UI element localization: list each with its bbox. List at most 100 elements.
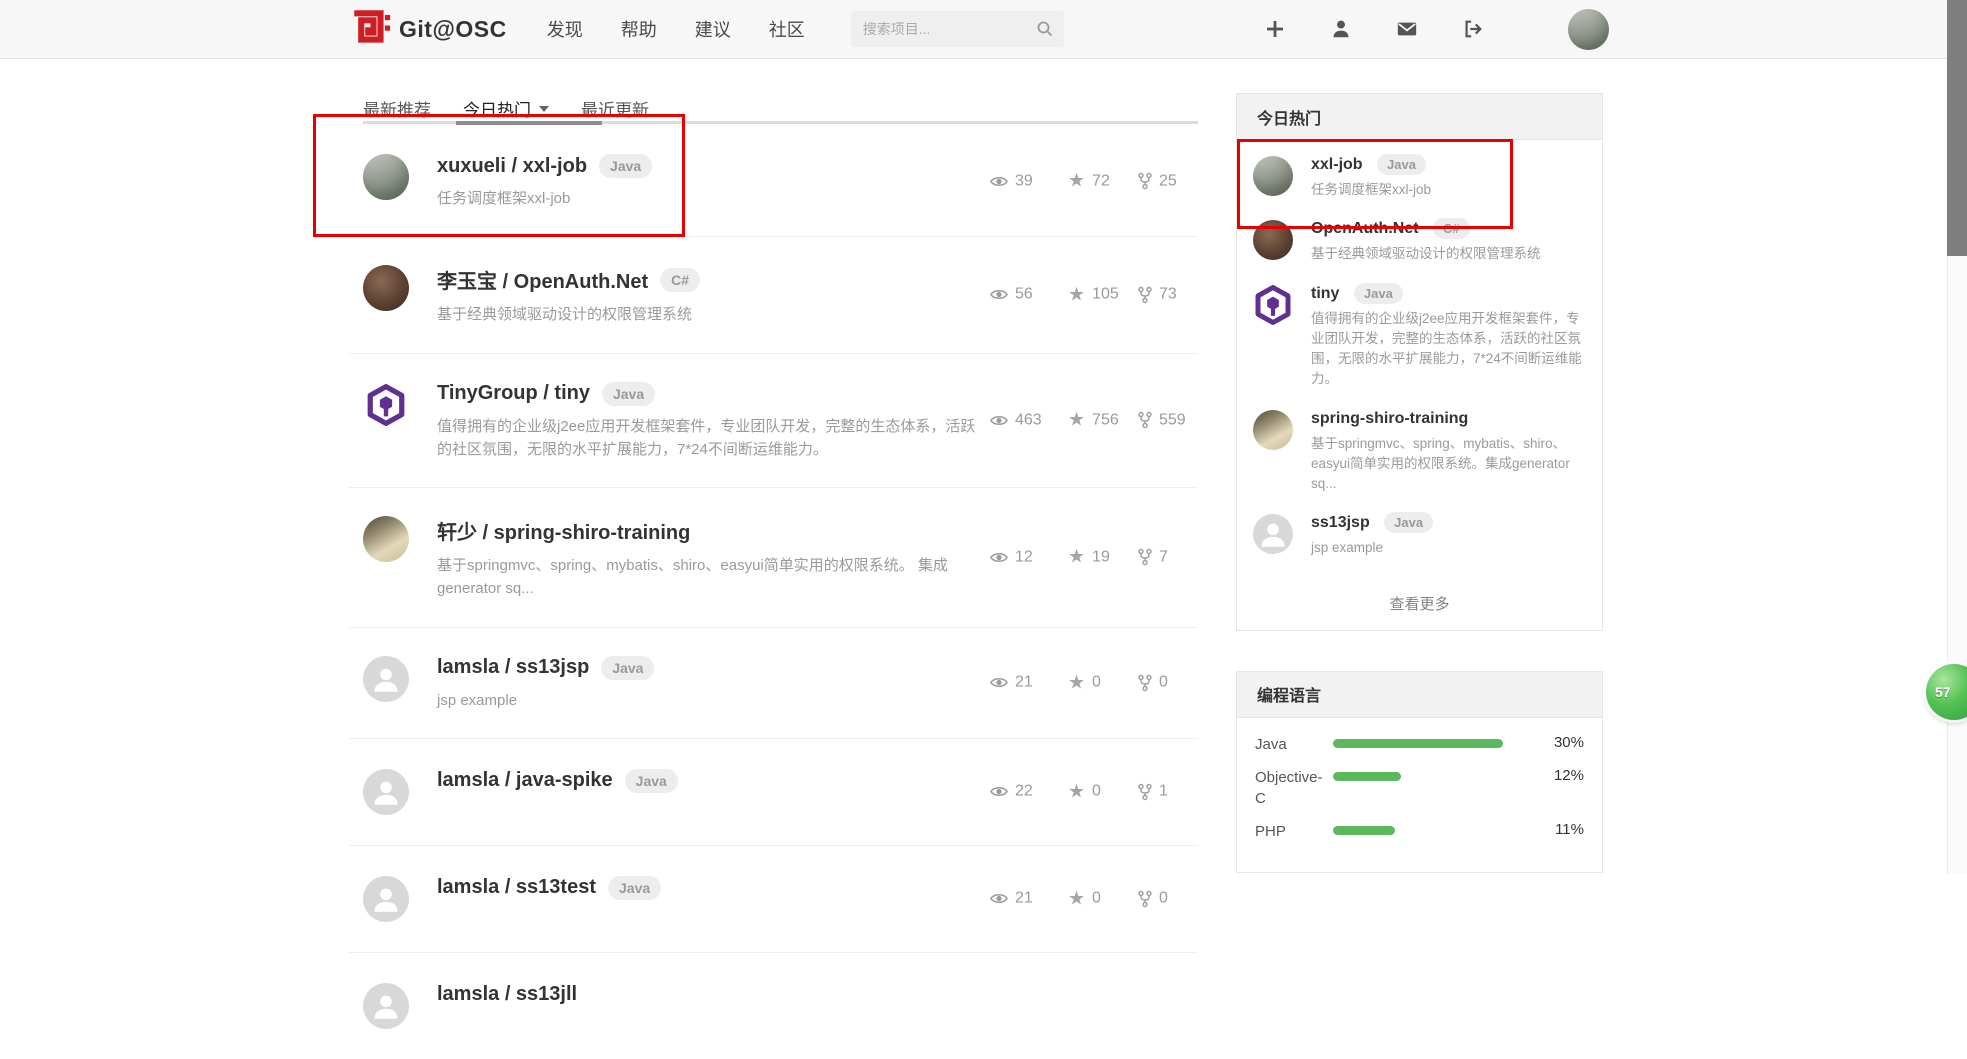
project-name[interactable]: lamsla / ss13jll: [437, 983, 577, 1006]
user-icon[interactable]: [1330, 18, 1352, 40]
hot-project-item[interactable]: OpenAuth.Net C# 基于经典领域驱动设计的权限管理系统: [1253, 220, 1584, 264]
view-more-link[interactable]: 查看更多: [1237, 585, 1602, 630]
default-avatar-icon: [371, 777, 401, 807]
language-percent: 30%: [1538, 734, 1584, 751]
project-row[interactable]: 李玉宝 / OpenAuth.Net C# 基于经典领域驱动设计的权限管理系统 …: [349, 237, 1198, 353]
star-count: 19: [1092, 548, 1110, 566]
tab-bar: 最新推荐 今日热门 最近更新: [349, 59, 1198, 126]
tab-1[interactable]: 今日热门: [463, 96, 549, 121]
watch-count: 56: [1015, 286, 1033, 304]
hot-today-title: 今日热门: [1237, 94, 1602, 140]
search-icon[interactable]: [1036, 20, 1054, 38]
nav-link-1[interactable]: 帮助: [621, 16, 657, 42]
sign-out-icon[interactable]: [1462, 18, 1484, 40]
fork-count: 73: [1159, 286, 1177, 304]
language-bar: [1333, 826, 1395, 835]
project-avatar[interactable]: [363, 769, 409, 815]
project-name[interactable]: TinyGroup / tiny: [437, 382, 590, 405]
star-icon: ★: [1068, 889, 1085, 908]
language-name: Objective-C: [1255, 767, 1333, 809]
project-avatar[interactable]: [363, 983, 409, 1029]
project-avatar[interactable]: [363, 876, 409, 922]
brand-title[interactable]: Git@OSC: [399, 16, 507, 43]
project-row[interactable]: lamsla / ss13jll ★: [349, 953, 1198, 1059]
tab-0[interactable]: 最新推荐: [363, 96, 431, 121]
tiny-logo-icon: [365, 384, 407, 426]
language-badge: Java: [602, 382, 655, 406]
hot-project-description: 值得拥有的企业级j2ee应用开发框架套件，专业团队开发，完整的生态体系，活跃的社…: [1311, 309, 1584, 390]
hot-project-name[interactable]: ss13jsp: [1311, 514, 1370, 531]
fork-icon: [1138, 890, 1152, 907]
project-stats: 21 ★ 0 0: [990, 889, 1198, 908]
hot-project-description: 基于springmvc、spring、mybatis、shiro、easyui简…: [1311, 434, 1584, 495]
hot-project-item[interactable]: tiny Java 值得拥有的企业级j2ee应用开发框架套件，专业团队开发，完整…: [1253, 285, 1584, 390]
nav-link-2[interactable]: 建议: [695, 16, 731, 42]
hot-project-item[interactable]: ss13jsp Java jsp example: [1253, 514, 1584, 558]
project-row[interactable]: lamsla / java-spike Java 22 ★ 0 1: [349, 739, 1198, 846]
project-name[interactable]: 轩少 / spring-shiro-training: [437, 516, 690, 545]
project-row[interactable]: lamsla / ss13jsp Java jsp example 21 ★ 0…: [349, 628, 1198, 739]
language-name: Java: [1255, 734, 1333, 755]
project-name[interactable]: lamsla / ss13test: [437, 876, 596, 899]
tab-2[interactable]: 最近更新: [581, 96, 649, 121]
languages-title: 编程语言: [1237, 672, 1602, 718]
fork-icon: [1138, 173, 1152, 190]
project-avatar[interactable]: [363, 265, 409, 311]
hot-project-avatar[interactable]: [1253, 220, 1293, 260]
watch-count: 39: [1015, 172, 1033, 190]
user-avatar[interactable]: [1568, 9, 1609, 50]
project-avatar[interactable]: [363, 382, 409, 428]
floating-widget-badge[interactable]: 57: [1926, 664, 1967, 720]
project-name[interactable]: lamsla / java-spike: [437, 769, 613, 792]
project-avatar[interactable]: [363, 516, 409, 562]
nav-link-3[interactable]: 社区: [769, 16, 805, 42]
default-avatar-icon: [371, 884, 401, 914]
project-row[interactable]: lamsla / ss13test Java 21 ★ 0 0: [349, 846, 1198, 953]
hot-project-name[interactable]: OpenAuth.Net: [1311, 220, 1419, 237]
project-avatar[interactable]: [363, 656, 409, 702]
project-row[interactable]: xuxueli / xxl-job Java 任务调度框架xxl-job 39 …: [349, 126, 1198, 237]
default-avatar-icon: [371, 664, 401, 694]
hot-today-panel: 今日热门 xxl-job Java 任务调度框架xxl-job OpenAuth…: [1236, 93, 1603, 631]
fork-icon: [1138, 412, 1152, 429]
fork-icon: [1138, 549, 1152, 566]
hot-project-avatar[interactable]: [1253, 156, 1293, 196]
hot-project-name[interactable]: xxl-job: [1311, 156, 1363, 173]
star-icon: ★: [1068, 172, 1085, 191]
project-row[interactable]: 轩少 / spring-shiro-training 基于springmvc、s…: [349, 488, 1198, 628]
project-description: jsp example: [437, 689, 654, 712]
fork-count: 1: [1159, 783, 1168, 801]
watch-count: 21: [1015, 674, 1033, 692]
hot-project-avatar[interactable]: [1253, 410, 1293, 450]
search-input[interactable]: [863, 21, 1033, 37]
tiny-logo-icon: [1253, 285, 1293, 325]
chevron-down-icon[interactable]: [539, 106, 549, 112]
page-scrollbar[interactable]: [1947, 0, 1967, 874]
project-name[interactable]: xuxueli / xxl-job: [437, 155, 587, 178]
mail-icon[interactable]: [1396, 18, 1418, 40]
project-stats: 12 ★ 19 7: [990, 548, 1198, 567]
project-row[interactable]: TinyGroup / tiny Java 值得拥有的企业级j2ee应用开发框架…: [349, 354, 1198, 489]
watch-icon: [990, 785, 1008, 799]
plus-icon[interactable]: [1264, 18, 1286, 40]
language-badge: Java: [601, 656, 654, 680]
hot-project-description: jsp example: [1311, 538, 1584, 558]
nav-link-0[interactable]: 发现: [547, 16, 583, 42]
watch-icon: [990, 174, 1008, 188]
project-avatar[interactable]: [363, 154, 409, 200]
gitosc-logo-icon[interactable]: [349, 8, 391, 50]
hot-project-name[interactable]: tiny: [1311, 285, 1339, 302]
hot-project-item[interactable]: spring-shiro-training 基于springmvc、spring…: [1253, 410, 1584, 495]
language-badge: Java: [608, 876, 661, 900]
language-bar-track: [1333, 826, 1538, 835]
project-name[interactable]: 李玉宝 / OpenAuth.Net: [437, 265, 648, 294]
watch-icon: [990, 550, 1008, 564]
hot-project-item[interactable]: xxl-job Java 任务调度框架xxl-job: [1253, 156, 1584, 200]
hot-project-avatar[interactable]: [1253, 285, 1293, 325]
language-bar: [1333, 739, 1503, 748]
hot-project-description: 任务调度框架xxl-job: [1311, 180, 1584, 200]
project-name[interactable]: lamsla / ss13jsp: [437, 656, 589, 679]
scrollbar-thumb[interactable]: [1947, 0, 1967, 256]
hot-project-name[interactable]: spring-shiro-training: [1311, 410, 1468, 427]
hot-project-avatar[interactable]: [1253, 514, 1293, 554]
